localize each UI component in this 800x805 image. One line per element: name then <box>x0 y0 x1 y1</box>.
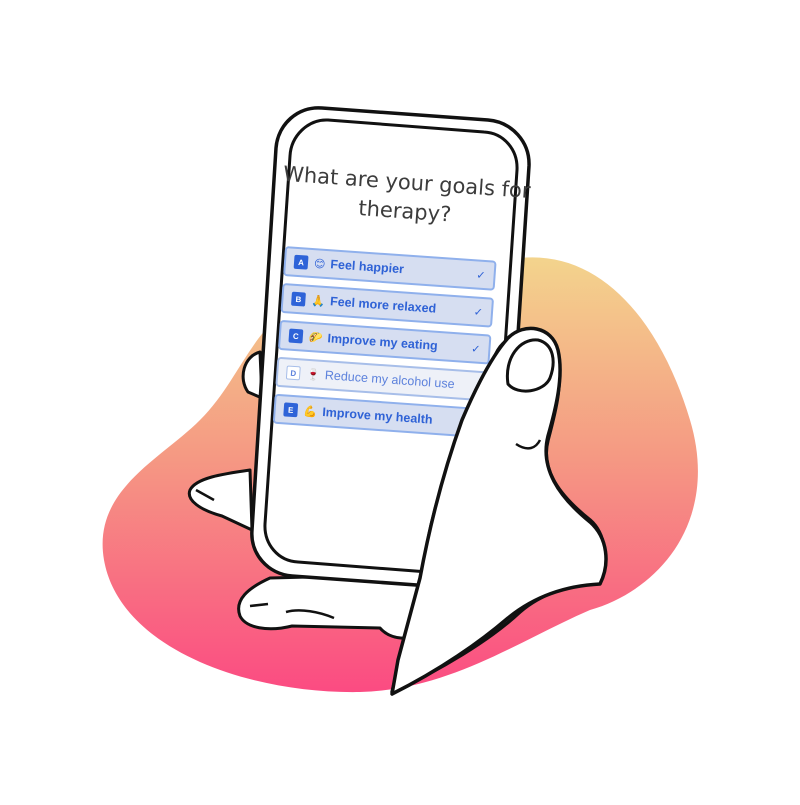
folded-hands-icon: 🙏 <box>310 293 326 308</box>
option-c[interactable]: C 🌮 Improve my eating ✓ <box>277 319 492 365</box>
option-label: Feel happier <box>329 257 405 277</box>
option-d[interactable]: D 🍷 Reduce my alcohol use <box>275 356 489 402</box>
option-label: Improve my eating <box>327 331 439 353</box>
option-key: E <box>283 402 299 418</box>
flexed-biceps-icon: 💪 <box>303 404 318 419</box>
option-key: A <box>293 254 309 270</box>
option-label: Reduce my alcohol use <box>324 368 456 392</box>
option-key: D <box>285 365 301 381</box>
option-b[interactable]: B 🙏 Feel more relaxed ✓ <box>280 282 495 328</box>
option-e[interactable]: E 💪 Improve my health <box>272 393 487 439</box>
check-icon: ✓ <box>470 342 481 356</box>
option-label: Feel more relaxed <box>329 294 437 316</box>
option-key: C <box>288 328 304 344</box>
taco-icon: 🌮 <box>308 330 323 345</box>
option-a[interactable]: A 😊 Feel happier ✓ <box>283 246 497 291</box>
phone-screen: What are your goals for therapy? A 😊 Fee… <box>257 120 536 556</box>
option-label: Improve my health <box>321 405 434 427</box>
smiling-face-icon: 😊 <box>313 256 326 271</box>
check-icon: ✓ <box>475 268 487 283</box>
check-icon: ✓ <box>473 305 484 319</box>
wine-glass-icon: 🍷 <box>305 367 321 382</box>
option-key: B <box>291 291 306 307</box>
question-title: What are your goals for therapy? <box>282 161 532 227</box>
